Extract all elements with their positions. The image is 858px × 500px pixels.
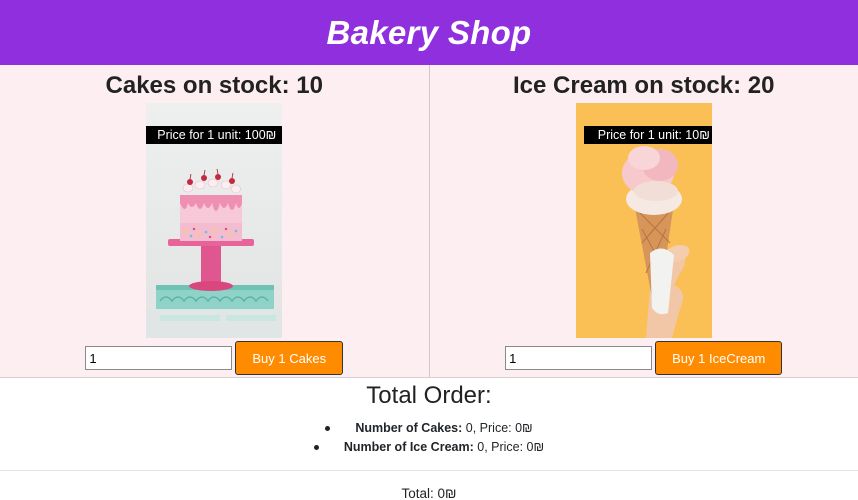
- order-list: Number of Cakes: 0, Price: 0₪ Number of …: [0, 419, 858, 457]
- app-header: Bakery Shop: [0, 0, 858, 65]
- quantity-input-ice-cream[interactable]: [505, 346, 653, 370]
- product-cakes: Cakes on stock: 10 Price for 1 unit: 100…: [0, 65, 430, 377]
- cake-image: Price for 1 unit: 100₪: [146, 103, 283, 338]
- buy-cakes-button[interactable]: Buy 1 Cakes: [235, 341, 344, 375]
- products-section: Cakes on stock: 10 Price for 1 unit: 100…: [0, 65, 858, 378]
- order-item-detail: 0, Price: 0₪: [462, 421, 533, 435]
- order-item-detail: 0, Price: 0₪: [473, 440, 545, 454]
- order-title: Total Order:: [366, 382, 492, 409]
- order-item-cakes: Number of Cakes: 0, Price: 0₪: [0, 419, 858, 438]
- product-title-cakes: Cakes on stock: 10: [105, 72, 323, 99]
- order-item-label: Number of Ice Cream:: [343, 440, 474, 454]
- price-tag-cakes: Price for 1 unit: 100₪: [146, 126, 283, 144]
- divider: [0, 470, 858, 471]
- order-item-ice-cream: Number of Ice Cream: 0, Price: 0₪: [0, 438, 858, 457]
- order-item-label: Number of Cakes:: [355, 421, 463, 435]
- order-summary: Total Order: Number of Cakes: 0, Price: …: [0, 381, 858, 500]
- buy-ice-cream-button[interactable]: Buy 1 IceCream: [655, 341, 783, 375]
- bullet-icon: [313, 445, 319, 451]
- price-tag-ice-cream: Price for 1 unit: 10₪: [583, 126, 712, 144]
- ice-cream-image: Price for 1 unit: 10₪: [575, 103, 712, 338]
- product-title-ice-cream: Ice Cream on stock: 20: [513, 72, 775, 99]
- product-ice-cream: Ice Cream on stock: 20 Price for 1 unit:…: [430, 65, 858, 377]
- order-total: Total: 0₪: [401, 486, 457, 500]
- controls-cakes: Buy 1 Cakes: [85, 341, 344, 375]
- bullet-icon: [325, 426, 331, 432]
- controls-ice-cream: Buy 1 IceCream: [505, 341, 783, 375]
- page-title: Bakery Shop: [326, 13, 532, 51]
- quantity-input-cakes[interactable]: [85, 346, 233, 370]
